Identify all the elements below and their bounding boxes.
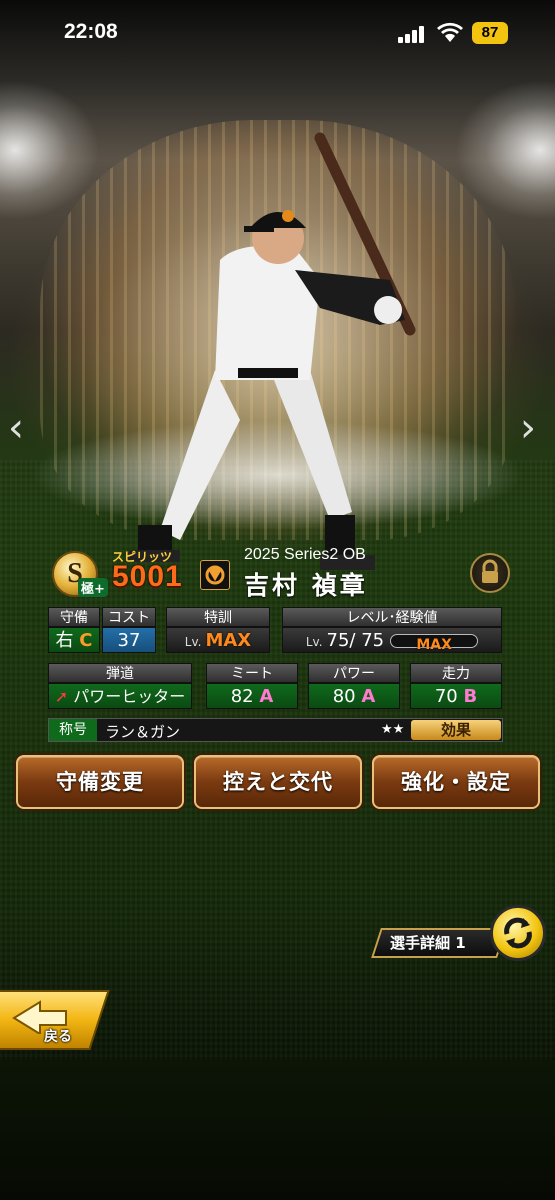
meet-head: ミート <box>206 663 298 683</box>
cellular-signal-icon <box>398 25 426 43</box>
speed-head: 走力 <box>410 663 502 683</box>
player-detail-screen: 22:08 87 ‹ › S 極+ スピリッツ 5001 2025 Series… <box>0 0 555 1200</box>
lock-icon[interactable] <box>470 553 510 593</box>
title-label: 称号 <box>49 719 97 741</box>
cost-value: 37 <box>102 627 156 653</box>
trajectory-head: 弾道 <box>48 663 192 683</box>
player-name: 吉村 禎章 <box>244 571 368 600</box>
enhance-settings-button[interactable]: 強化・設定 <box>372 755 540 809</box>
title-stars: ★★ <box>381 722 405 737</box>
meet-value: 82 A <box>206 683 298 709</box>
defense-change-button[interactable]: 守備変更 <box>16 755 184 809</box>
defense-value: 右 C <box>48 627 100 653</box>
training-head: 特訓 <box>166 607 270 627</box>
power-head: パワー <box>308 663 400 683</box>
bench-swap-button[interactable]: 控えと交代 <box>194 755 362 809</box>
prev-player-arrow[interactable]: ‹ <box>8 405 24 451</box>
next-player-arrow[interactable]: › <box>520 405 536 451</box>
defense-head: 守備 <box>48 607 100 627</box>
status-bar: 22:08 87 <box>0 0 555 66</box>
title-row: 称号 ラン＆ガン ★★ 効果 <box>48 718 503 742</box>
player-image <box>125 132 416 570</box>
training-value: Lv. MAX <box>166 627 270 653</box>
kiwami-badge: 極+ <box>78 578 108 597</box>
spirits-value: 5001 <box>112 560 183 593</box>
trajectory-value: ➚ パワーヒッター <box>48 683 192 709</box>
power-value: 80 A <box>308 683 400 709</box>
level-value: Lv. 75/ 75 MAX <box>282 627 502 653</box>
back-label[interactable]: 戻る <box>44 1026 72 1046</box>
team-logo-icon <box>200 560 230 590</box>
player-detail-label[interactable]: 選手詳細 1 <box>390 932 466 953</box>
refresh-icon[interactable] <box>490 905 546 961</box>
wifi-icon <box>437 22 463 42</box>
cost-head: コスト <box>102 607 156 627</box>
effect-button[interactable]: 効果 <box>411 720 501 740</box>
speed-value: 70 B <box>410 683 502 709</box>
status-time: 22:08 <box>64 20 118 43</box>
trajectory-arrow-icon: ➚ <box>54 687 69 706</box>
level-head: レベル･経験値 <box>282 607 502 627</box>
battery-indicator: 87 <box>472 22 508 44</box>
exp-bar: MAX <box>390 634 479 653</box>
title-value: ラン＆ガン <box>105 723 181 741</box>
series-label: 2025 Series2 OB <box>244 546 366 563</box>
